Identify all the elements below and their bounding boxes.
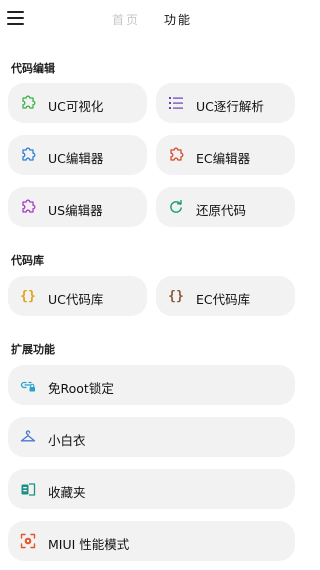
root-free-lock-button[interactable]: 免Root锁定	[8, 365, 295, 405]
braces-icon: {}	[168, 288, 184, 304]
uc-line-parse-label: UC逐行解析	[196, 99, 264, 114]
uc-editor-label: UC编辑器	[48, 151, 104, 166]
puzzle-icon	[19, 198, 37, 216]
uc-visual-button[interactable]: UC可视化	[8, 83, 147, 123]
restore-code-label: 还原代码	[196, 203, 247, 218]
tab-home[interactable]: 首页	[112, 11, 140, 28]
puzzle-icon	[19, 146, 37, 164]
us-editor-button[interactable]: US编辑器	[8, 187, 147, 227]
miui-performance-button[interactable]: MIUI 性能模式	[8, 521, 295, 561]
uc-library-label: UC代码库	[48, 292, 104, 307]
puzzle-icon	[167, 146, 185, 164]
favorites-label: 收藏夹	[48, 485, 86, 500]
braces-icon: {}	[20, 288, 36, 304]
uc-library-button[interactable]: {} UC代码库	[8, 276, 147, 316]
restore-code-button[interactable]: 还原代码	[156, 187, 295, 227]
favorites-button[interactable]: 收藏夹	[8, 469, 295, 509]
top-bar: 首页 功能	[0, 0, 303, 38]
xiaobaiyi-button[interactable]: 小白衣	[8, 417, 295, 457]
ec-library-label: EC代码库	[196, 292, 251, 307]
puzzle-icon	[19, 94, 37, 112]
link-lock-icon	[19, 376, 37, 394]
uc-visual-label: UC可视化	[48, 99, 104, 114]
root-free-lock-label: 免Root锁定	[48, 381, 114, 396]
ec-editor-button[interactable]: EC编辑器	[156, 135, 295, 175]
refresh-icon	[167, 198, 185, 216]
ec-editor-label: EC编辑器	[196, 151, 251, 166]
ec-library-button[interactable]: {} EC代码库	[156, 276, 295, 316]
uc-line-parse-button[interactable]: UC逐行解析	[156, 83, 295, 123]
tab-functions[interactable]: 功能	[164, 11, 192, 28]
section-title-code-edit: 代码编辑	[11, 62, 55, 75]
miui-performance-label: MIUI 性能模式	[48, 537, 130, 552]
xiaobaiyi-label: 小白衣	[48, 433, 86, 448]
hanger-icon	[19, 428, 37, 446]
us-editor-label: US编辑器	[48, 203, 103, 218]
menu-icon[interactable]	[7, 11, 24, 25]
bookmark-icon	[19, 480, 37, 498]
section-title-code-library: 代码库	[11, 254, 44, 267]
uc-editor-button[interactable]: UC编辑器	[8, 135, 147, 175]
list-icon	[167, 94, 185, 112]
performance-icon	[19, 532, 37, 550]
section-title-extensions: 扩展功能	[11, 343, 55, 356]
